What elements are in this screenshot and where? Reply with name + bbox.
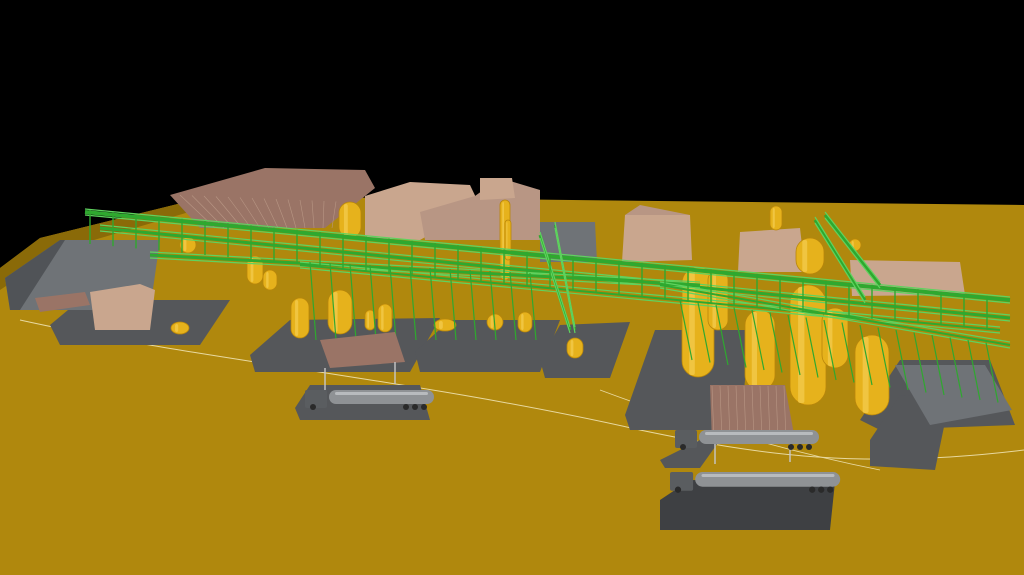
- process-vessel: [327, 289, 353, 335]
- process-vessel: [338, 201, 362, 239]
- tank-highlight: [335, 392, 428, 395]
- truck-cab: [305, 390, 327, 408]
- truck-wheel: [806, 444, 812, 450]
- warehouse-building: [738, 228, 805, 272]
- vessel-highlight: [183, 239, 187, 251]
- vessel-highlight: [266, 272, 269, 288]
- truck-wheel: [412, 404, 418, 410]
- truck-wheel: [674, 486, 682, 493]
- truck-wheel: [421, 404, 427, 410]
- tank-highlight: [701, 474, 835, 477]
- vessel-highlight: [570, 340, 574, 356]
- vessel-highlight: [490, 316, 494, 328]
- vessel-highlight: [862, 337, 869, 413]
- vessel-highlight: [381, 306, 384, 330]
- truck-wheel: [797, 444, 803, 450]
- tank-highlight: [705, 432, 813, 435]
- warehouse-building: [622, 215, 692, 262]
- process-vessel: [769, 205, 783, 231]
- warehouse-building: [480, 178, 515, 200]
- vessel-highlight: [295, 300, 299, 336]
- vessel-highlight: [521, 314, 524, 330]
- process-vessel: [795, 237, 825, 275]
- process-vessel: [433, 318, 457, 332]
- vessel-highlight: [802, 240, 808, 272]
- process-vessel: [170, 321, 190, 335]
- vessel-highlight: [343, 204, 348, 236]
- vessel-highlight: [367, 312, 369, 328]
- truck-cab: [670, 472, 694, 491]
- truck-cab: [675, 430, 697, 448]
- truck-wheel: [403, 404, 409, 410]
- process-vessel: [517, 311, 533, 333]
- process-vessel: [290, 297, 310, 339]
- vessel-highlight: [438, 321, 443, 329]
- truck-wheel: [310, 404, 316, 410]
- vessel-highlight: [772, 208, 775, 228]
- process-vessel: [789, 284, 827, 406]
- small-building: [90, 284, 155, 330]
- process-vessel: [566, 337, 584, 359]
- process-vessel: [854, 334, 890, 416]
- process-vessel: [377, 303, 393, 333]
- truck-wheel: [680, 444, 686, 450]
- truck-wheel: [809, 486, 816, 493]
- truck-wheel: [818, 486, 825, 493]
- process-vessel: [262, 269, 278, 291]
- plant-3d-model-render: [0, 0, 1024, 575]
- vessel-highlight: [175, 324, 179, 332]
- truck-wheel: [827, 486, 834, 493]
- truck-wheel: [788, 444, 794, 450]
